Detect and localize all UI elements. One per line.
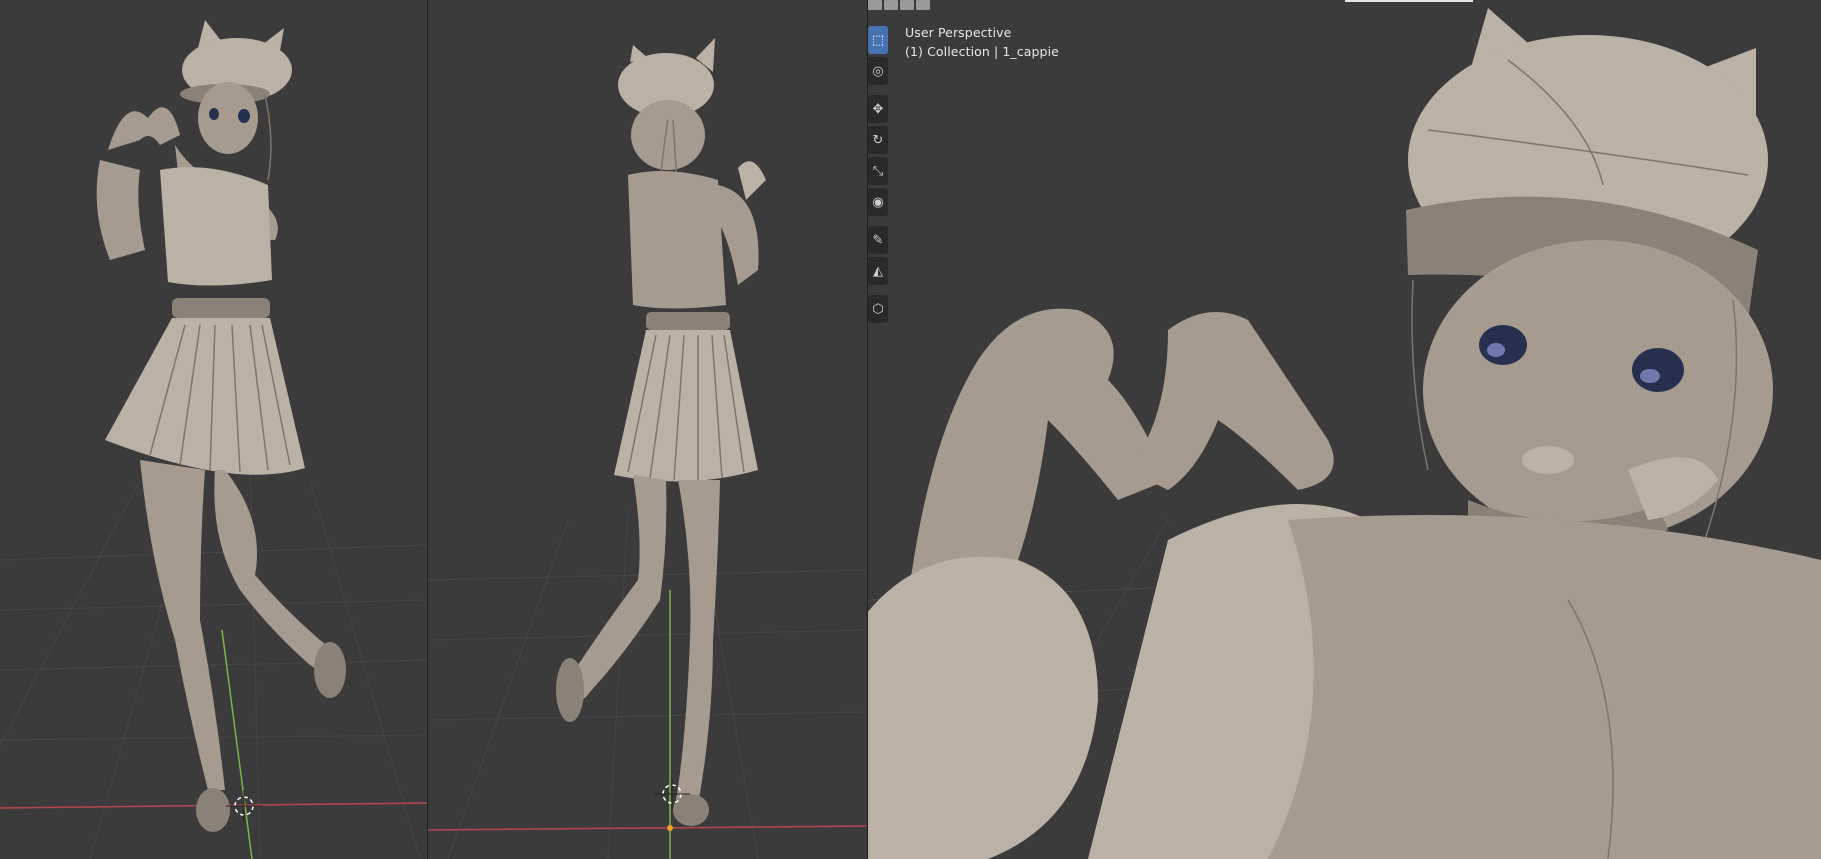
transform-tool-button[interactable]: ◉ (868, 188, 888, 216)
tool-shelf: ⬚ ◎ ✥ ↻ ⤡ ◉ ✎ ◭ ⬡ (868, 26, 888, 323)
back-view-scene (428, 38, 868, 859)
header-indicator (1345, 0, 1473, 2)
x-axis-line-back (428, 825, 868, 831)
cursor-tool-button[interactable]: ◎ (868, 57, 888, 85)
viewport-header-strip[interactable] (868, 0, 938, 12)
closeup-scene (868, 8, 1821, 859)
add-cube-tool-button[interactable]: ⬡ (868, 295, 888, 323)
scale-icon: ⤡ (872, 163, 884, 179)
3d-cursor (226, 790, 262, 822)
viewport-back[interactable] (428, 0, 868, 859)
transform-icon: ◉ (872, 194, 884, 210)
header-button[interactable] (884, 0, 898, 10)
header-button[interactable] (900, 0, 914, 10)
rotate-tool-button[interactable]: ↻ (868, 126, 888, 154)
viewport-front[interactable] (0, 0, 428, 859)
measure-tool-button[interactable]: ◭ (868, 257, 888, 285)
select-box-tool-button[interactable]: ⬚ (868, 26, 888, 54)
select-box-icon: ⬚ (871, 32, 885, 48)
annotate-tool-button[interactable]: ✎ (868, 226, 888, 254)
viewport-perspective-label: User Perspective (905, 25, 1012, 40)
annotate-icon: ✎ (872, 232, 884, 248)
blender-screen: ⬚ ◎ ✥ ↻ ⤡ ◉ ✎ ◭ ⬡ User Perspective (1) C… (0, 0, 1821, 859)
scale-tool-button[interactable]: ⤡ (868, 157, 888, 185)
cursor-icon: ◎ (872, 63, 884, 79)
rotate-icon: ↻ (872, 132, 884, 148)
move-tool-button[interactable]: ✥ (868, 95, 888, 123)
viewport-closeup[interactable] (868, 0, 1821, 859)
figure-back (556, 38, 766, 826)
front-view-scene (0, 20, 428, 859)
add-cube-icon: ⬡ (872, 301, 884, 317)
figure-closeup (868, 8, 1821, 859)
measure-icon: ◭ (873, 263, 883, 279)
move-icon: ✥ (872, 101, 884, 117)
viewport-collection-label: (1) Collection | 1_cappie (905, 44, 1059, 59)
figure-front (96, 20, 346, 832)
header-button[interactable] (916, 0, 930, 10)
header-button[interactable] (868, 0, 882, 10)
